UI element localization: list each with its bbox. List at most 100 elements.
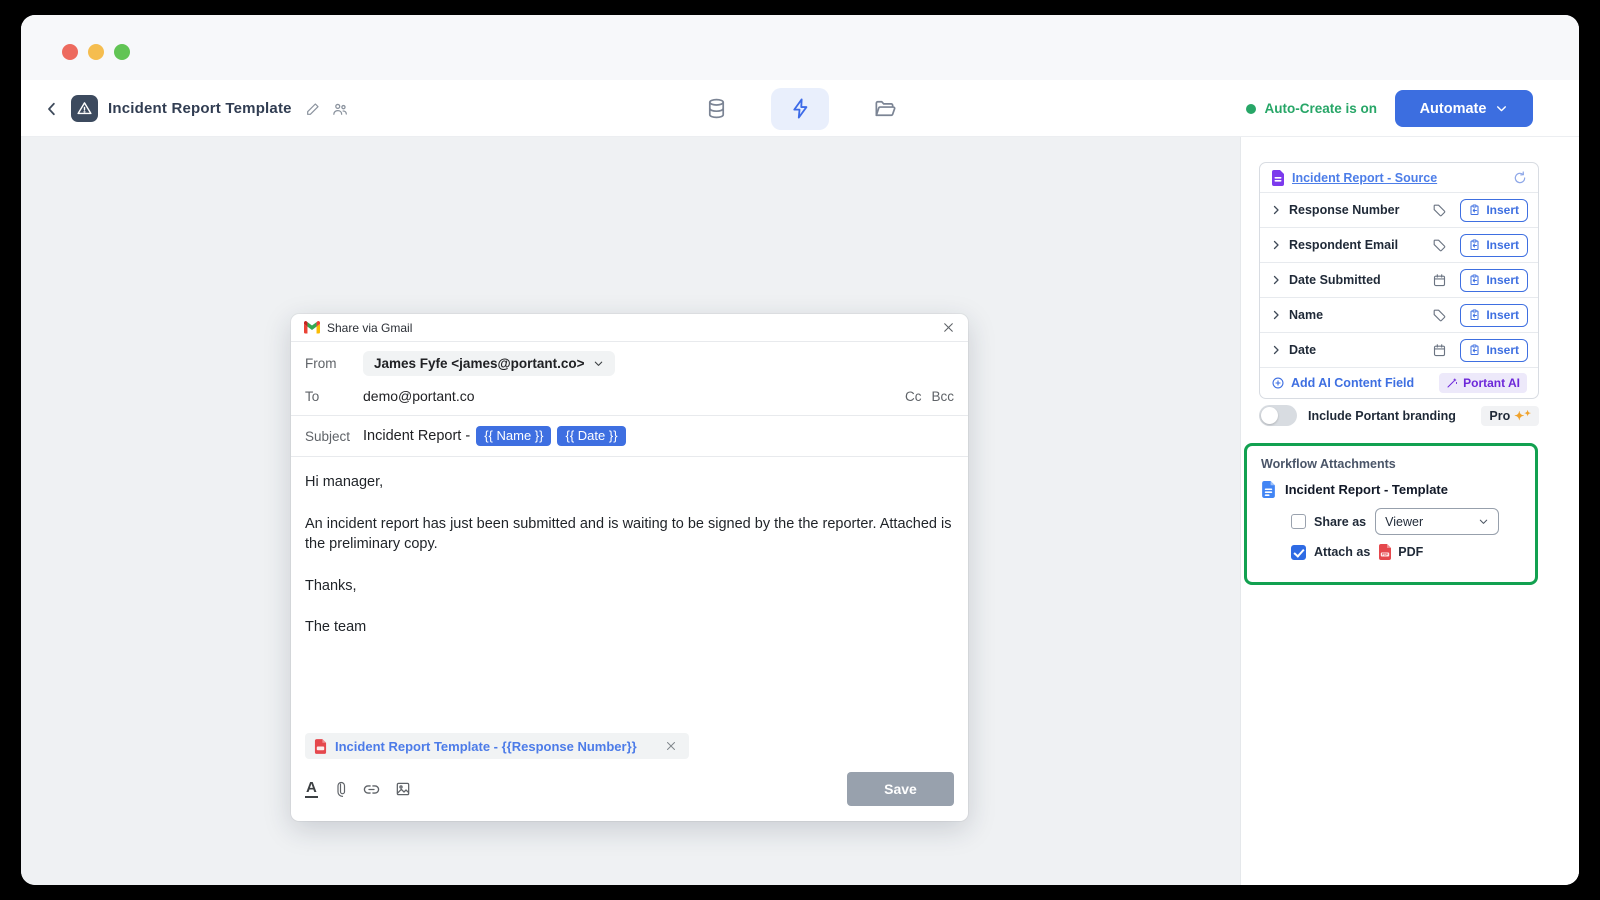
field-row-name[interactable]: Name Insert [1260, 298, 1538, 333]
insert-field-button[interactable]: Insert [1460, 339, 1528, 362]
portant-ai-badge[interactable]: Portant AI [1439, 373, 1527, 393]
close-window-button[interactable] [62, 44, 78, 60]
zoom-window-button[interactable] [114, 44, 130, 60]
insert-clipboard-icon [1469, 344, 1481, 356]
insert-link-button[interactable] [363, 781, 380, 798]
to-input[interactable]: demo@portant.co [363, 388, 905, 404]
share-as-checkbox[interactable] [1291, 514, 1306, 529]
insert-clipboard-icon [1469, 239, 1481, 251]
paperclip-icon [333, 781, 348, 798]
share-via-gmail-dialog: Share via Gmail From James Fyfe <james@p… [291, 314, 968, 821]
merge-chip-date[interactable]: {{ Date }} [557, 426, 625, 446]
subject-text: Incident Report - [363, 428, 470, 444]
image-icon [395, 781, 411, 797]
tab-source-data[interactable] [687, 88, 745, 130]
share-access-button[interactable] [331, 100, 349, 118]
sparkle-icon: ✦✦ [1514, 409, 1531, 423]
pro-badge: Pro ✦✦ [1481, 406, 1539, 426]
app-header: Incident Report Template Auto-Create is [21, 80, 1579, 137]
attachment-name: Incident Report Template - {{Response Nu… [335, 739, 637, 754]
insert-field-button[interactable]: Insert [1460, 234, 1528, 257]
refresh-source-button[interactable] [1513, 171, 1527, 185]
app-window: Incident Report Template Auto-Create is [21, 15, 1579, 885]
insert-field-button[interactable]: Insert [1460, 304, 1528, 327]
source-doc-icon [1271, 170, 1285, 186]
automate-button[interactable]: Automate [1395, 90, 1533, 127]
attach-as-label: Attach as [1314, 545, 1370, 559]
field-row-response-number[interactable]: Response Number Insert [1260, 193, 1538, 228]
remove-attachment-button[interactable] [665, 740, 677, 752]
email-body-editor[interactable]: Hi manager, An incident report has just … [291, 457, 968, 733]
source-fields-card: Incident Report - Source Response Number… [1259, 162, 1539, 399]
chevron-down-icon [1478, 516, 1489, 527]
expand-chevron-icon[interactable] [1270, 239, 1282, 251]
add-ai-content-field-button[interactable]: Add AI Content Field [1271, 376, 1439, 390]
expand-chevron-icon[interactable] [1270, 274, 1282, 286]
bcc-button[interactable]: Bcc [931, 389, 954, 404]
insert-label: Insert [1486, 308, 1519, 322]
alert-triangle-icon [76, 100, 93, 117]
field-row-date[interactable]: Date Insert [1260, 333, 1538, 368]
share-role-value: Viewer [1385, 515, 1423, 529]
attach-as-pdf-checkbox[interactable] [1291, 545, 1306, 560]
field-label: Date Submitted [1289, 273, 1432, 287]
insert-field-button[interactable]: Insert [1460, 199, 1528, 222]
insert-clipboard-icon [1469, 309, 1481, 321]
cc-button[interactable]: Cc [905, 389, 922, 404]
tag-icon [1432, 238, 1447, 253]
plus-circle-icon [1271, 376, 1285, 390]
minimize-window-button[interactable] [88, 44, 104, 60]
pdf-file-icon [314, 739, 327, 754]
body-paragraph: Hi manager, [305, 472, 954, 493]
folder-icon [873, 97, 896, 120]
save-button[interactable]: Save [847, 772, 954, 806]
auto-create-status: Auto-Create is on [1246, 101, 1377, 116]
source-document-link[interactable]: Incident Report - Source [1292, 171, 1506, 185]
expand-chevron-icon[interactable] [1270, 309, 1282, 321]
merge-chip-name[interactable]: {{ Name }} [476, 426, 551, 446]
insert-field-button[interactable]: Insert [1460, 269, 1528, 292]
rename-button[interactable] [305, 101, 321, 117]
from-selector[interactable]: James Fyfe <james@portant.co> [363, 351, 615, 376]
link-icon [363, 781, 380, 798]
workflow-sidebar: Incident Report - Source Response Number… [1240, 137, 1579, 885]
text-format-button[interactable]: A [305, 780, 318, 798]
dialog-close-button[interactable] [942, 321, 955, 334]
branding-toggle[interactable] [1259, 405, 1297, 426]
field-row-respondent-email[interactable]: Respondent Email Insert [1260, 228, 1538, 263]
chevron-down-icon [1495, 102, 1508, 115]
body-paragraph: An incident report has just been submitt… [305, 514, 954, 555]
insert-clipboard-icon [1469, 274, 1481, 286]
close-icon [665, 740, 677, 752]
portant-ai-label: Portant AI [1463, 376, 1520, 390]
close-icon [942, 321, 955, 334]
svg-text:PDF: PDF [1382, 553, 1388, 557]
attachment-chip: Incident Report Template - {{Response Nu… [305, 733, 689, 759]
tab-output-folder[interactable] [855, 88, 913, 130]
gmail-icon [304, 321, 320, 334]
pencil-icon [305, 101, 321, 117]
expand-chevron-icon[interactable] [1270, 204, 1282, 216]
field-label: Name [1289, 308, 1432, 322]
calendar-icon [1432, 273, 1447, 288]
expand-chevron-icon[interactable] [1270, 344, 1282, 356]
pdf-format-label: PDF [1398, 545, 1423, 559]
attach-file-button[interactable] [333, 781, 348, 798]
automate-label: Automate [1420, 101, 1487, 117]
share-role-select[interactable]: Viewer [1375, 508, 1499, 535]
workflow-attachments-box: Workflow Attachments Incident Report - T… [1244, 443, 1538, 585]
tag-icon [1432, 308, 1447, 323]
subject-input[interactable]: Incident Report - {{ Name }} {{ Date }} [363, 426, 626, 446]
tab-automation[interactable] [771, 88, 829, 130]
pdf-file-icon: PDF [1378, 544, 1392, 560]
lightning-bolt-icon [789, 97, 812, 120]
field-row-date-submitted[interactable]: Date Submitted Insert [1260, 263, 1538, 298]
branding-label: Include Portant branding [1308, 409, 1481, 423]
field-label: Response Number [1289, 203, 1432, 217]
back-button[interactable] [43, 100, 61, 118]
auto-create-label: Auto-Create is on [1264, 101, 1377, 116]
subject-label: Subject [305, 429, 363, 444]
insert-image-button[interactable] [395, 781, 411, 797]
page-title: Incident Report Template [108, 100, 292, 117]
workflow-attachments-title: Workflow Attachments [1261, 457, 1521, 471]
